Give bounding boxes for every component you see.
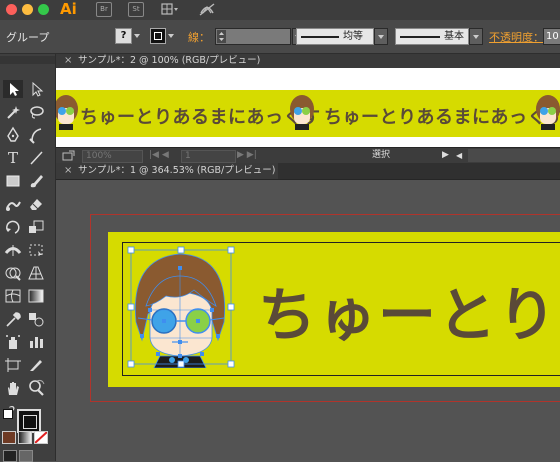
character-icon — [56, 93, 80, 131]
selection-tool-icon[interactable] — [3, 80, 23, 98]
stroke-dropdown-icon[interactable] — [166, 28, 176, 44]
gradient-tool-icon[interactable] — [26, 287, 46, 305]
paintbrush-tool-icon[interactable] — [26, 172, 46, 190]
character-selection-group[interactable] — [126, 246, 236, 369]
fill-dropdown-icon[interactable] — [132, 28, 142, 44]
zoom-window-button[interactable] — [38, 4, 49, 15]
gpu-performance-icon[interactable] — [198, 1, 216, 17]
banner-title-2: ちゅーとりあるまにあっくす — [324, 107, 560, 128]
close-icon[interactable]: × — [64, 54, 72, 68]
character-icon — [534, 93, 560, 131]
symbol-sprayer-tool-icon[interactable] — [3, 333, 23, 351]
variable-width-profile-select[interactable]: 均等 — [296, 28, 374, 45]
none-mode-button[interactable] — [34, 431, 48, 444]
slice-tool-icon[interactable] — [26, 356, 46, 374]
bridge-button[interactable]: Br — [96, 2, 112, 17]
hand-tool-icon[interactable] — [3, 379, 23, 397]
control-bar: グループ ? 線： 均等 基本 不透明度： 10 — [0, 20, 560, 54]
profile-dropdown-icon[interactable] — [374, 28, 388, 45]
tools-panel-grip[interactable] — [0, 56, 55, 64]
selection-type-label: グループ — [6, 31, 50, 44]
zoom-level-select[interactable]: 100% — [82, 150, 143, 163]
scale-tool-icon[interactable] — [26, 218, 46, 236]
horizontal-scrollbar[interactable] — [468, 149, 560, 162]
document-2-canvas[interactable]: ちゅーとりあるまにあっくす ちゅーとりあるまにあっくす — [56, 68, 560, 147]
app-icon: Ai — [60, 0, 77, 18]
magic-wand-tool-icon[interactable] — [3, 103, 23, 121]
color-mode-button[interactable] — [2, 431, 16, 444]
rotate-tool-icon[interactable] — [3, 218, 23, 236]
document-tab-1-title: サンプル*：1 @ 364.53% (RGB/プレビュー) — [78, 165, 276, 176]
minimize-window-button[interactable] — [22, 4, 33, 15]
lasso-tool-icon[interactable] — [26, 103, 46, 121]
banner-title-large: ちゅーとりあ — [258, 281, 560, 349]
swap-fill-stroke-icon[interactable] — [36, 378, 46, 388]
title-bar: Ai Br St — [0, 0, 560, 20]
character-icon — [288, 93, 316, 131]
scroll-left-icon[interactable]: ◀ — [456, 151, 465, 160]
width-tool-icon[interactable] — [3, 241, 23, 259]
perspective-grid-tool-icon[interactable] — [26, 264, 46, 282]
artboard-number-select[interactable]: 1 — [181, 150, 236, 163]
opacity-field[interactable]: 10 — [543, 28, 560, 45]
status-selection-label[interactable]: 選択 — [372, 150, 390, 161]
banner-strip: ちゅーとりあるまにあっくす ちゅーとりあるまにあっくす — [56, 90, 560, 137]
eraser-tool-icon[interactable] — [26, 195, 46, 213]
banner-title-1: ちゅーとりあるまにあっくす — [80, 107, 321, 128]
opacity-label[interactable]: 不透明度： — [489, 29, 544, 45]
document-tab-1[interactable]: × サンプル*：1 @ 364.53% (RGB/プレビュー) — [56, 163, 560, 180]
free-transform-tool-icon[interactable] — [26, 241, 46, 259]
stroke-weight-label[interactable]: 線： — [188, 29, 210, 45]
document-tab-2-title: サンプル*：2 @ 100% (RGB/プレビュー) — [78, 55, 261, 66]
tools-panel: T ? — [0, 54, 56, 462]
pen-tool-icon[interactable] — [3, 126, 23, 144]
status-menu-icon[interactable]: ▶ — [442, 149, 452, 162]
blend-tool-icon[interactable] — [26, 310, 46, 328]
default-colors-icon[interactable] — [3, 409, 13, 419]
artboard-tool-icon[interactable] — [3, 356, 23, 374]
curvature-tool-icon[interactable] — [26, 126, 46, 144]
line-segment-tool-icon[interactable] — [26, 149, 46, 167]
document-tab-2[interactable]: × サンプル*：2 @ 100% (RGB/プレビュー) — [56, 54, 560, 69]
fill-swatch[interactable]: ? — [115, 28, 132, 44]
stroke-swatch[interactable] — [150, 28, 166, 44]
brush-definition-select[interactable]: 基本 — [395, 28, 469, 45]
document-1-canvas[interactable]: ちゅーとりあ — [56, 180, 560, 461]
drawing-mode-icons[interactable] — [3, 450, 49, 462]
export-icon[interactable] — [62, 150, 76, 161]
banner-artwork[interactable]: ちゅーとりあ — [108, 232, 560, 387]
first-artboard-icon[interactable]: |◀ ◀ — [149, 149, 179, 162]
shape-builder-tool-icon[interactable] — [3, 264, 23, 282]
gradient-mode-button[interactable] — [18, 431, 32, 444]
arrange-documents-icon[interactable] — [161, 2, 179, 16]
close-window-button[interactable] — [6, 4, 17, 15]
stroke-weight-field[interactable] — [215, 28, 291, 45]
shaper-tool-icon[interactable] — [3, 195, 23, 213]
mesh-tool-icon[interactable] — [3, 287, 23, 305]
next-artboard-icon[interactable]: ▶ ▶| — [237, 149, 267, 162]
brush-dropdown-icon[interactable] — [469, 28, 483, 45]
direct-selection-tool-icon[interactable] — [26, 80, 46, 98]
column-graph-tool-icon[interactable] — [26, 333, 46, 351]
eyedropper-tool-icon[interactable] — [3, 310, 23, 328]
stock-button[interactable]: St — [128, 2, 144, 17]
rectangle-tool-icon[interactable] — [3, 172, 23, 190]
type-tool-icon[interactable]: T — [3, 149, 23, 167]
document-2-status-bar: 100% |◀ ◀ 1 ▶ ▶| 選択 ▶ ◀ — [56, 147, 560, 163]
close-icon[interactable]: × — [64, 163, 72, 179]
